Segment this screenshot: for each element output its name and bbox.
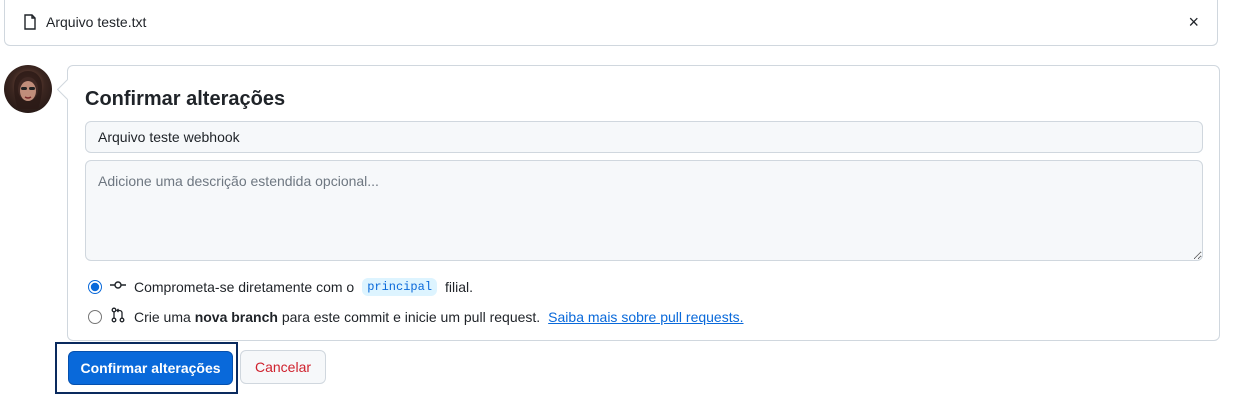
close-icon[interactable]: × — [1188, 12, 1199, 33]
avatar — [4, 65, 52, 113]
new-branch-radio[interactable] — [88, 309, 102, 324]
commit-direct-option[interactable]: Comprometa-se diretamente com o principa… — [88, 277, 473, 296]
file-name: Arquivo teste.txt — [46, 14, 147, 30]
git-pull-request-icon — [110, 307, 126, 326]
cancel-button[interactable]: Cancelar — [240, 350, 326, 384]
git-commit-icon — [110, 277, 126, 296]
page-title: Confirmar alterações — [85, 88, 286, 110]
new-branch-option[interactable]: Crie uma nova branch para este commit e … — [88, 307, 744, 326]
commit-description-textarea[interactable] — [85, 160, 1203, 261]
commit-changes-button[interactable]: Confirmar alterações — [68, 351, 233, 385]
new-branch-text: Crie uma nova branch para este commit e … — [134, 308, 541, 325]
commit-summary-input[interactable] — [85, 121, 1203, 153]
file-icon — [23, 14, 37, 35]
commit-direct-suffix: filial. — [445, 278, 474, 295]
commit-direct-text: Comprometa-se diretamente com o — [134, 278, 355, 295]
pull-request-help-link[interactable]: Saiba mais sobre pull requests. — [548, 309, 743, 325]
commit-form: Confirmar alterações Comprometa-se diret… — [67, 65, 1220, 341]
commit-direct-radio[interactable] — [88, 279, 102, 294]
file-header: Arquivo teste.txt × — [4, 0, 1218, 46]
branch-name: principal — [362, 277, 438, 296]
